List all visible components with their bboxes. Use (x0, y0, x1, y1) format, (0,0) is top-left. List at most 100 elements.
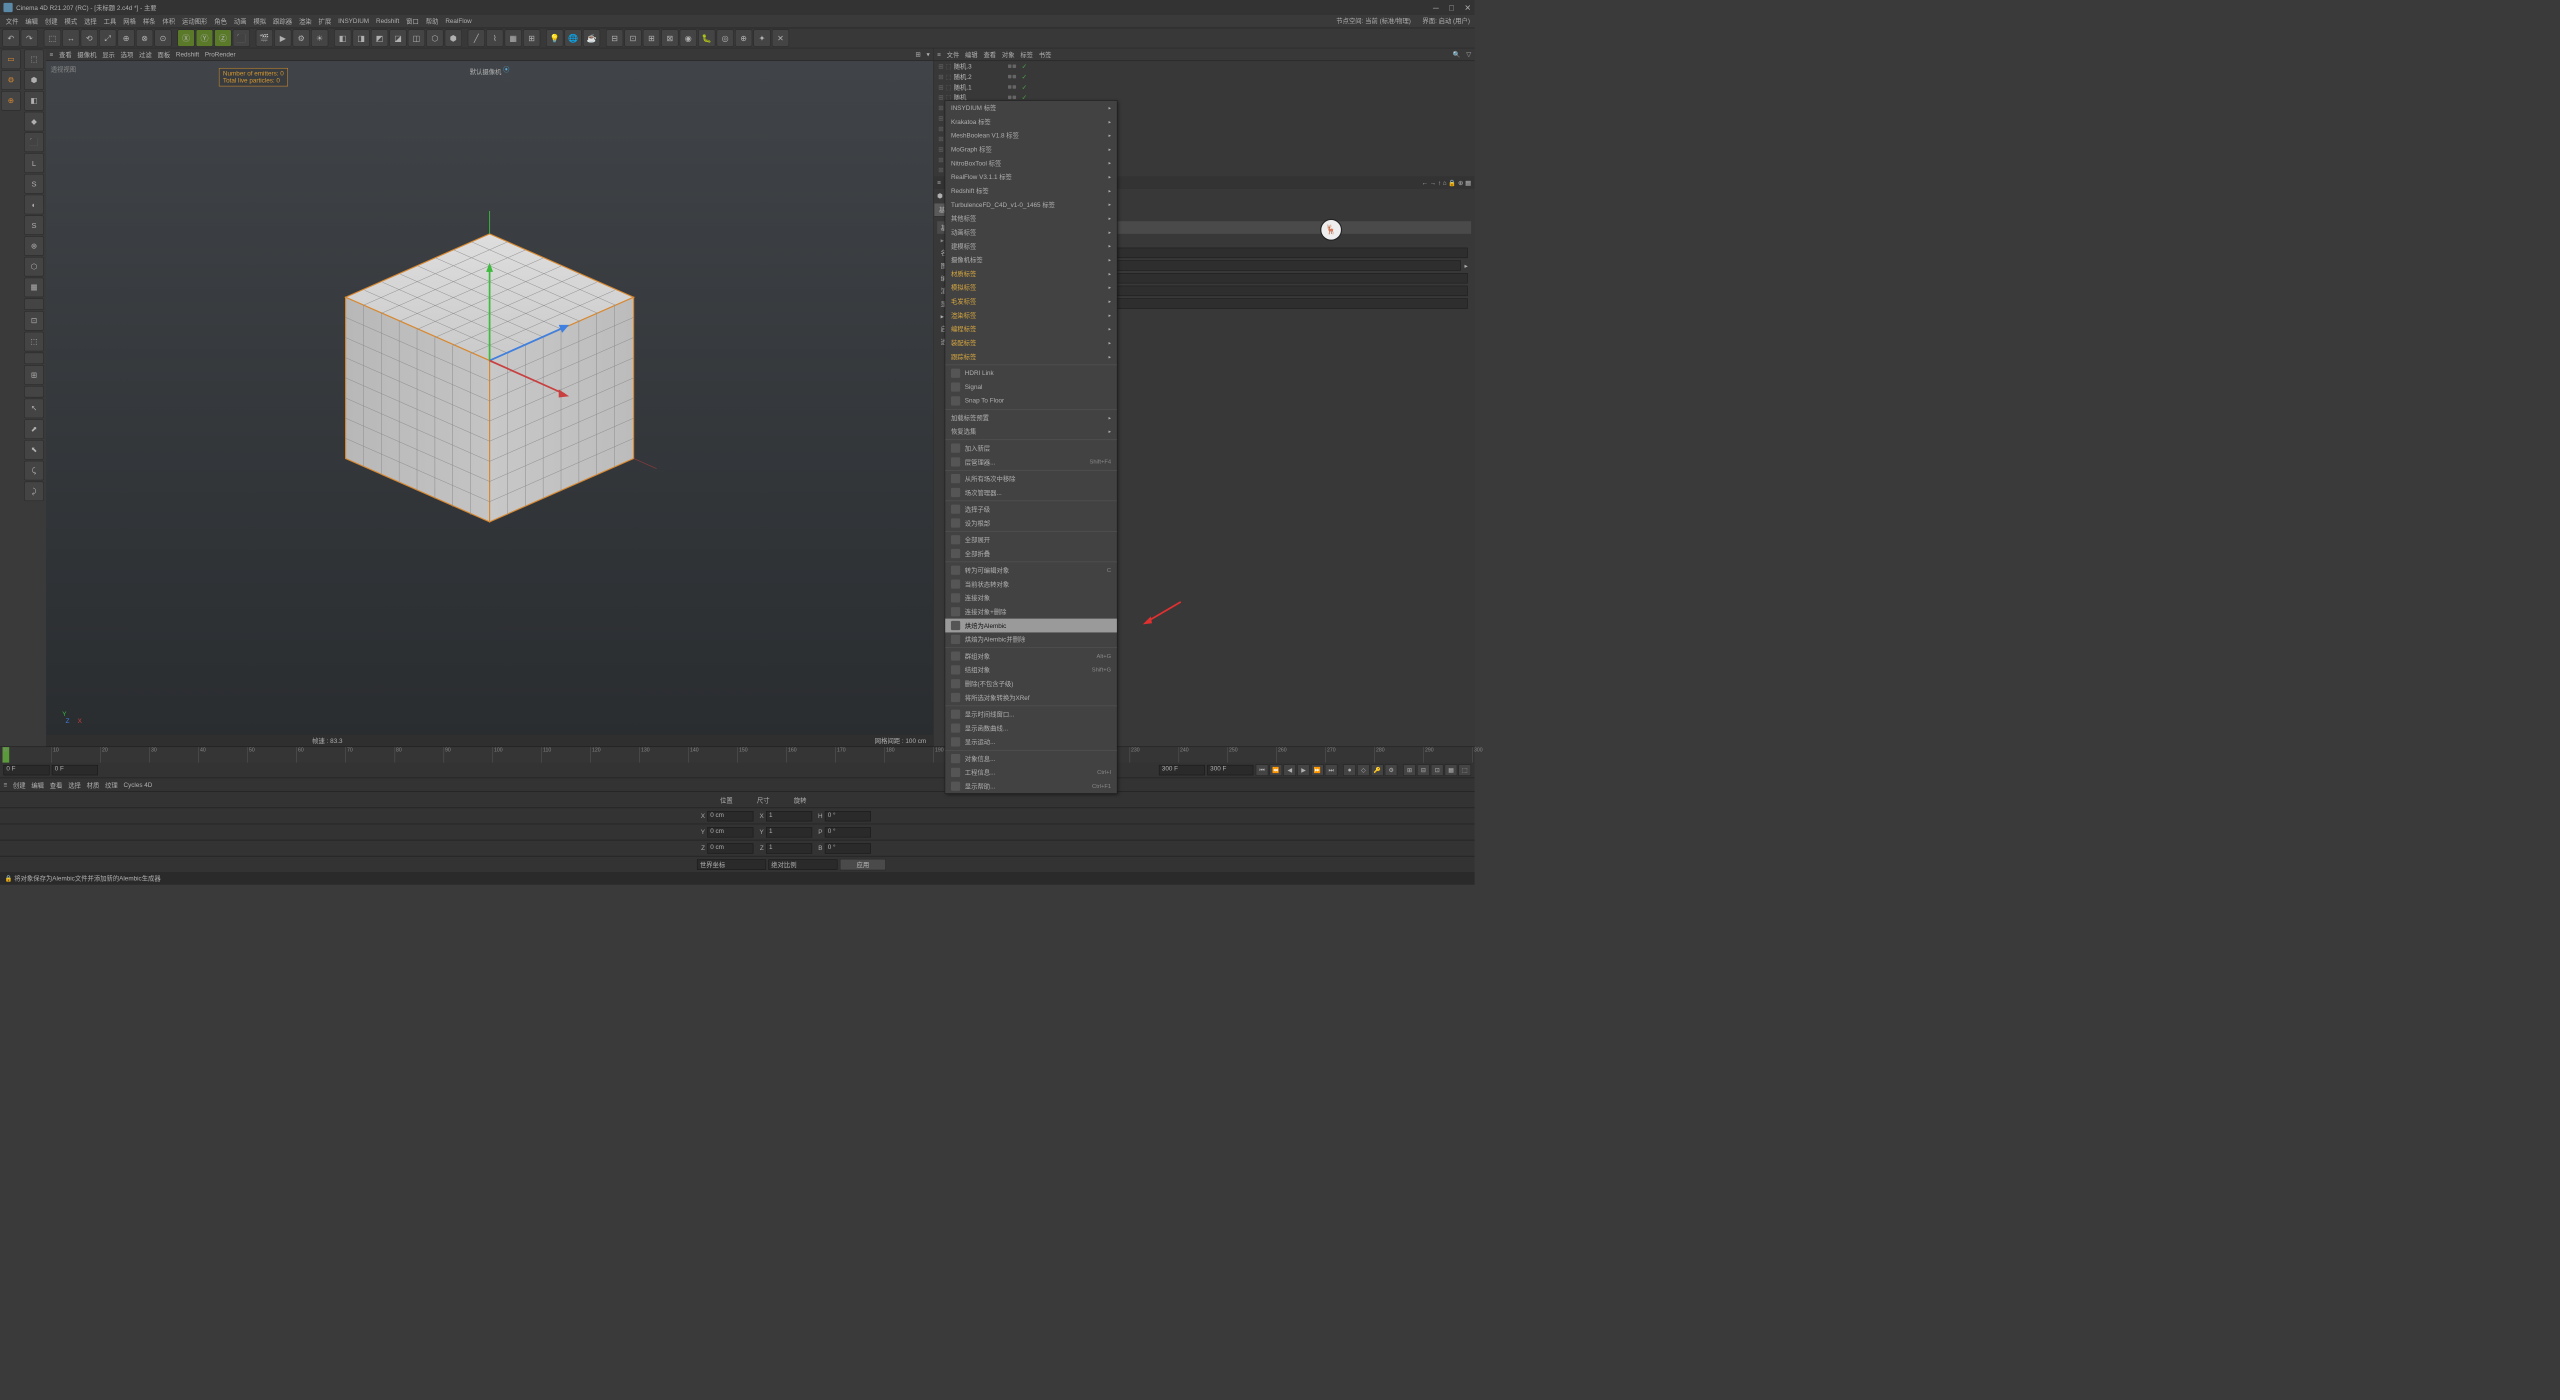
menu-RealFlow[interactable]: RealFlow (442, 17, 475, 26)
ltool2-21[interactable]: ⤹ (24, 461, 44, 481)
vptab-Redshift[interactable]: Redshift (176, 51, 199, 58)
menu-Redshift[interactable]: Redshift (373, 17, 403, 26)
ctx-从所有场次中移除[interactable]: 从所有场次中移除 (945, 472, 1117, 486)
bottom-纹理[interactable]: 纹理 (105, 780, 118, 789)
ltool-2[interactable]: ⊕ (1, 91, 21, 111)
pos-z[interactable]: 0 cm (707, 843, 753, 853)
toolbar-btn-35[interactable]: 🌐 (564, 29, 581, 46)
ctx-跟踪标签[interactable]: 跟踪标签 (945, 350, 1117, 364)
play-⬚[interactable]: ⬚ (1458, 764, 1471, 776)
menu-INSYDIUM[interactable]: INSYDIUM (335, 17, 373, 26)
toolbar-btn-7[interactable]: ⊕ (118, 29, 135, 46)
om-row[interactable]: ⊞ ⬚随机.2✓ (934, 71, 1475, 81)
vptab-显示[interactable]: 显示 (102, 50, 115, 59)
om-menu-书签[interactable]: 书签 (1039, 50, 1052, 59)
play-▶[interactable]: ▶ (1297, 764, 1310, 776)
ctx-RealFlow V3.1.1 标签[interactable]: RealFlow V3.1.1 标签 (945, 170, 1117, 184)
menu-跟踪器[interactable]: 跟踪器 (270, 16, 296, 28)
play-⏩[interactable]: ⏩ (1311, 764, 1324, 776)
toolbar-btn-32[interactable]: ⊞ (523, 29, 540, 46)
menu-角色[interactable]: 角色 (211, 16, 231, 28)
toolbar-btn-0[interactable]: ↶ (2, 29, 19, 46)
toolbar-btn-18[interactable]: ⚙ (293, 29, 310, 46)
ctx-Redshift 标签[interactable]: Redshift 标签 (945, 184, 1117, 198)
ctx-群组对象[interactable]: 群组对象Alt+G (945, 649, 1117, 663)
ctx-加入新层[interactable]: 加入新层 (945, 441, 1117, 455)
toolbar-btn-42[interactable]: ◉ (680, 29, 697, 46)
toolbar-btn-24[interactable]: ◪ (389, 29, 406, 46)
toolbar-btn-44[interactable]: ◎ (717, 29, 734, 46)
ltool2-11[interactable]: ▦ (24, 278, 44, 298)
toolbar-btn-36[interactable]: ☕ (583, 29, 600, 46)
ltool2-2[interactable]: ◧ (24, 91, 44, 111)
frame-field-b[interactable]: 300 F (1159, 765, 1205, 775)
bottom-材质[interactable]: 材质 (87, 780, 100, 789)
ctx-显示帮助...[interactable]: 显示帮助...Ctrl+F1 (945, 779, 1117, 793)
vptab-面板[interactable]: 面板 (157, 50, 170, 59)
maximize-button[interactable]: □ (1449, 3, 1454, 13)
ctx-对象信息...[interactable]: 对象信息... (945, 752, 1117, 766)
bottom-查看[interactable]: 查看 (50, 780, 63, 789)
menu-创建[interactable]: 创建 (41, 16, 61, 28)
ctx-建模标签[interactable]: 建模标签 (945, 239, 1117, 253)
ctx-毛发标签[interactable]: 毛发标签 (945, 294, 1117, 308)
ctx-转为可编辑对象[interactable]: 转为可编辑对象C (945, 563, 1117, 577)
ctx-HDRI Link[interactable]: HDRI Link (945, 366, 1117, 380)
bottom-选择[interactable]: 选择 (68, 780, 81, 789)
ltool-0[interactable]: ▭ (1, 50, 21, 70)
vptab-过滤[interactable]: 过滤 (139, 50, 152, 59)
pos-x[interactable]: 0 cm (707, 811, 753, 821)
ctx-Signal[interactable]: Signal (945, 380, 1117, 394)
toolbar-btn-23[interactable]: ◩ (371, 29, 388, 46)
close-button[interactable]: ✕ (1464, 3, 1471, 13)
toolbar-btn-26[interactable]: ⬡ (426, 29, 443, 46)
ltool2-3[interactable]: ◆ (24, 112, 44, 132)
rot-b[interactable]: 0 ° (825, 843, 871, 853)
menu-编辑[interactable]: 编辑 (22, 16, 42, 28)
ltool2-22[interactable]: ⤸ (24, 482, 44, 502)
ctx-编程标签[interactable]: 编程标签 (945, 322, 1117, 336)
toolbar-btn-3[interactable]: ⬚ (44, 29, 61, 46)
menu-渲染[interactable]: 渲染 (295, 16, 315, 28)
menu-模拟[interactable]: 模拟 (250, 16, 270, 28)
toolbar-btn-8[interactable]: ⊗ (136, 29, 153, 46)
viewport-object[interactable] (323, 211, 657, 547)
ctx-烘焙为Alembic并删除[interactable]: 烘焙为Alembic并删除 (945, 632, 1117, 646)
menu-动画[interactable]: 动画 (230, 16, 250, 28)
menu-网格[interactable]: 网格 (120, 16, 140, 28)
play-⏺[interactable]: ⏺ (1343, 764, 1356, 776)
ctx-Krakatoa 标签[interactable]: Krakatoa 标签 (945, 115, 1117, 129)
play-▦[interactable]: ▦ (1445, 764, 1458, 776)
play-⏮[interactable]: ⏮ (1256, 764, 1269, 776)
ltool2-18[interactable]: ↖ (24, 399, 44, 419)
ctx-选择子级[interactable]: 选择子级 (945, 502, 1117, 516)
om-menu-对象[interactable]: 对象 (1002, 50, 1015, 59)
size-z[interactable]: 1 (766, 843, 812, 853)
toolbar-btn-39[interactable]: ⊡ (624, 29, 641, 46)
toolbar-btn-14[interactable]: ⬛ (233, 29, 250, 46)
timeline-ruler[interactable]: 0102030405060708090100110120130140150160… (2, 747, 1472, 763)
rot-h[interactable]: 0 ° (825, 811, 871, 821)
ltool2-13[interactable]: ⊡ (24, 311, 44, 331)
ctx-渲染标签[interactable]: 渲染标签 (945, 308, 1117, 322)
toolbar-btn-41[interactable]: ⊠ (661, 29, 678, 46)
play-⊞[interactable]: ⊞ (1403, 764, 1416, 776)
ctx-将所选对象转换为XRef[interactable]: 将所选对象转换为XRef (945, 691, 1117, 705)
toolbar-btn-12[interactable]: Ⓨ (196, 29, 213, 46)
toolbar-btn-27[interactable]: ⬢ (445, 29, 462, 46)
menu-扩展[interactable]: 扩展 (315, 16, 335, 28)
toolbar-btn-29[interactable]: ╱ (468, 29, 485, 46)
ctx-连接对象+删除[interactable]: 连接对象+删除 (945, 605, 1117, 619)
vptab-查看[interactable]: 查看 (59, 50, 72, 59)
coord-mode[interactable]: 绝对比例 (768, 859, 837, 869)
menu-帮助[interactable]: 帮助 (422, 16, 442, 28)
menu-体积[interactable]: 体积 (159, 16, 179, 28)
frame-field-end[interactable]: 300 F (1207, 765, 1253, 775)
play-◇[interactable]: ◇ (1357, 764, 1370, 776)
bottom-编辑[interactable]: 编辑 (31, 780, 44, 789)
ltool2-8[interactable]: S (24, 215, 44, 235)
ctx-结组对象[interactable]: 结组对象Shift+G (945, 663, 1117, 677)
ctx-装配标签[interactable]: 装配标签 (945, 336, 1117, 350)
ctx-其他标签[interactable]: 其他标签 (945, 211, 1117, 225)
context-menu[interactable]: INSYDIUM 标签Krakatoa 标签MeshBoolean V1.8 标… (945, 100, 1118, 794)
